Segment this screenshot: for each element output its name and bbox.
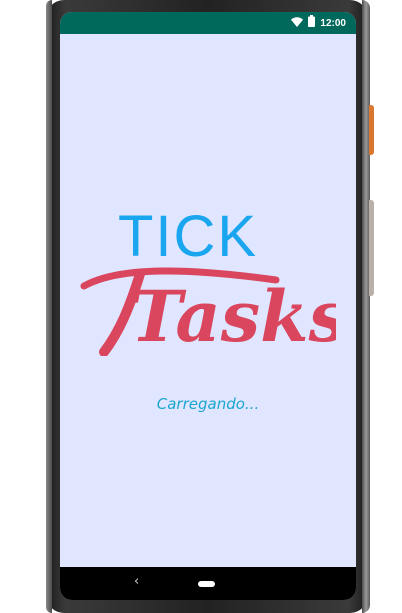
status-time: 12:00 [320, 17, 346, 29]
logo-tasks-script: Tasks [80, 267, 336, 356]
power-button [369, 105, 374, 155]
phone-edge-right [362, 0, 370, 613]
loading-text: Carregando... [156, 395, 260, 413]
status-icons: 12:00 [291, 15, 346, 31]
phone-edge-left [46, 0, 52, 613]
logo-tasks-text: Tasks [130, 275, 336, 356]
app-logo: TICK Tasks [80, 208, 336, 358]
back-icon[interactable]: ‹ [134, 574, 139, 589]
home-pill-icon[interactable] [198, 581, 215, 587]
status-bar: 12:00 [60, 12, 356, 34]
battery-icon [308, 14, 316, 32]
wifi-icon [291, 14, 304, 32]
volume-button [369, 200, 374, 296]
navigation-bar: ‹ [60, 567, 356, 600]
screen: 12:00 TICK Tasks Carregando... ‹ [60, 12, 356, 600]
